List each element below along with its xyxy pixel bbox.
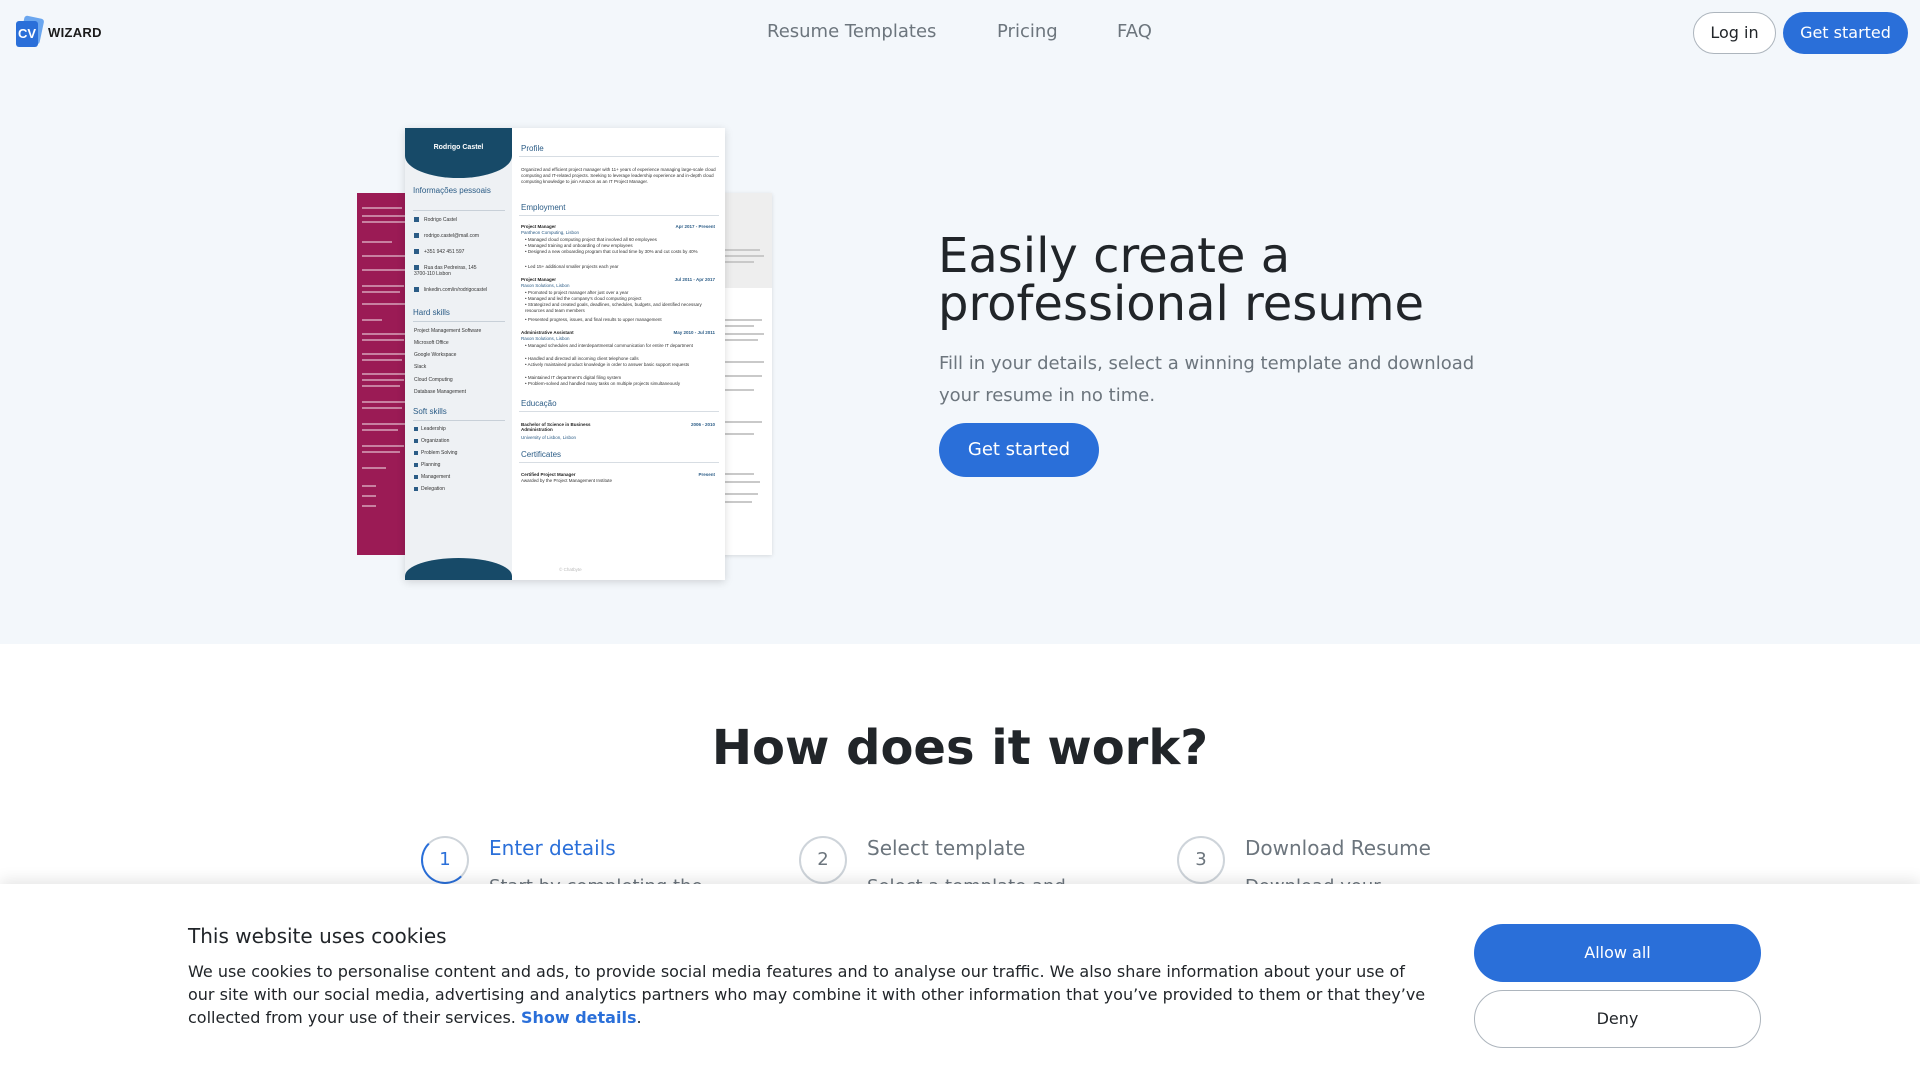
resume-template-preview-back-right	[720, 193, 772, 555]
step-number: 1	[421, 836, 469, 884]
header-get-started-button[interactable]: Get started	[1783, 12, 1908, 54]
step-label: Select template	[867, 836, 1026, 860]
resume-employment-heading: Employment	[521, 203, 566, 212]
resume-soft-skills-heading: Soft skills	[413, 407, 447, 416]
cookie-banner: This website uses cookies We use cookies…	[0, 884, 1920, 1080]
hero-get-started-button[interactable]: Get started	[939, 423, 1099, 477]
deny-button[interactable]: Deny	[1474, 990, 1761, 1048]
resume-profile-text: Organized and efficient project manager …	[521, 167, 716, 184]
linkedin-icon	[414, 287, 419, 293]
mail-icon	[414, 233, 419, 239]
hero-title: Easily create a professional resume	[938, 228, 1425, 332]
allow-all-button[interactable]: Allow all	[1474, 924, 1761, 982]
resume-hard-skills-heading: Hard skills	[413, 308, 450, 317]
nav-resume-templates[interactable]: Resume Templates	[767, 21, 936, 42]
phone-icon	[414, 249, 419, 255]
resume-certificates-heading: Certificates	[521, 450, 562, 459]
how-it-works-title: How does it work?	[711, 720, 1209, 776]
resume-education-heading: Educação	[521, 399, 557, 408]
nav-pricing[interactable]: Pricing	[997, 21, 1058, 42]
step-label: Download Resume	[1245, 836, 1431, 860]
resume-sidebar: Rodrigo Castel Informações pessoais Rodr…	[405, 128, 512, 580]
step-label: Enter details	[489, 836, 616, 860]
home-icon	[414, 265, 419, 271]
resume-template-preview: Rodrigo Castel Informações pessoais Rodr…	[405, 128, 725, 580]
nav-faq[interactable]: FAQ	[1117, 21, 1152, 42]
login-button[interactable]: Log in	[1693, 12, 1776, 54]
step-number: 2	[799, 836, 847, 884]
resume-name: Rodrigo Castel	[433, 144, 484, 151]
cookie-text: We use cookies to personalise content an…	[188, 962, 1426, 1027]
resume-profile-heading: Profile	[521, 144, 544, 153]
resume-body: Profile Organized and efficient project …	[519, 128, 719, 580]
logo-text: WIZARD	[48, 24, 102, 40]
resume-info-heading: Informações pessoais	[413, 186, 491, 195]
show-details-link[interactable]: Show details	[521, 1008, 637, 1027]
logo-icon: CV	[16, 15, 45, 47]
site-header: CV WIZARD Resume Templates Pricing FAQ L…	[0, 0, 1920, 66]
user-icon	[414, 217, 419, 223]
cookie-title: This website uses cookies	[188, 924, 447, 948]
resume-footer: © Chatbyte	[559, 567, 582, 572]
logo[interactable]: CV WIZARD	[16, 15, 102, 47]
hero-subtitle: Fill in your details, select a winning t…	[939, 353, 1475, 406]
step-number: 3	[1177, 836, 1225, 884]
